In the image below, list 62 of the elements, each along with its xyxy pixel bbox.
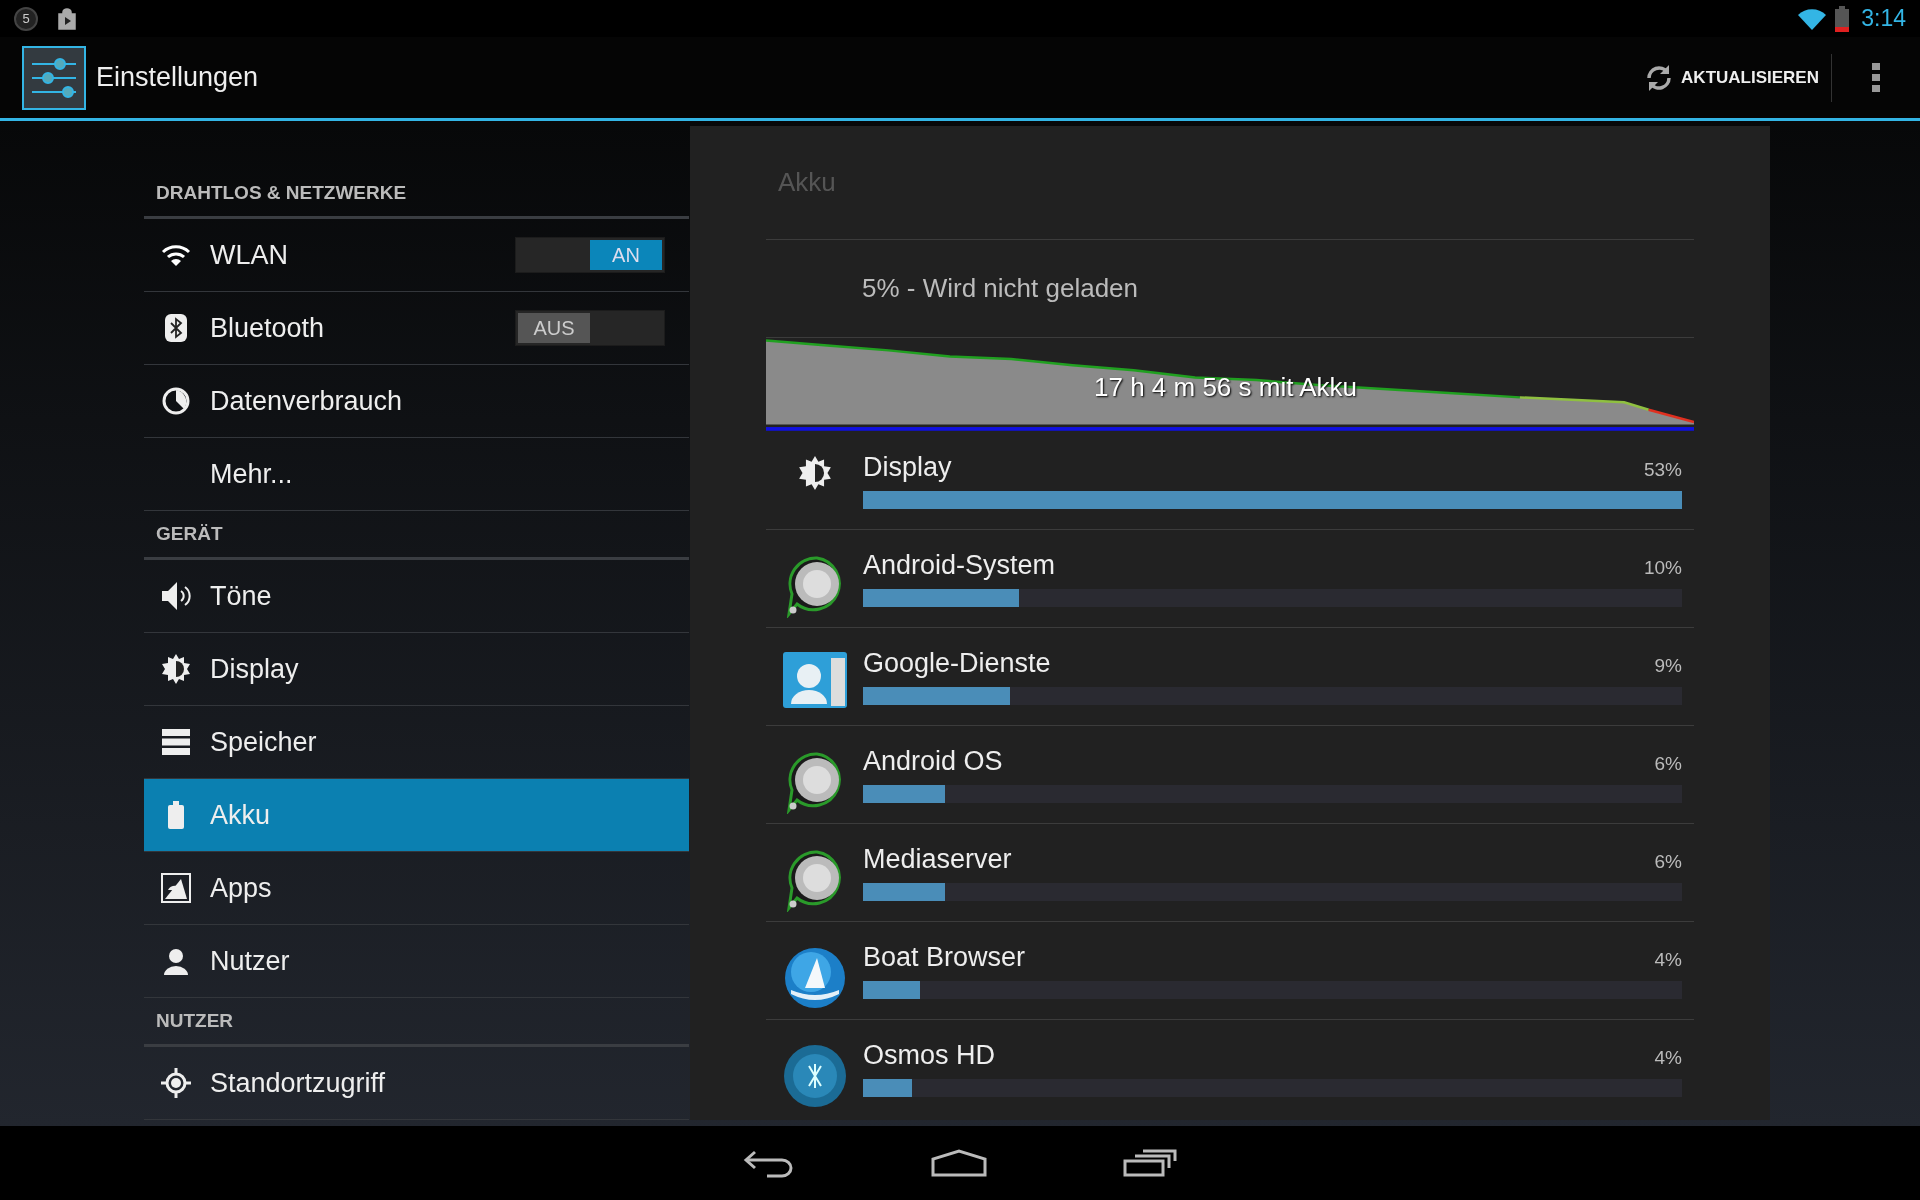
app-name: Android OS — [863, 746, 1003, 777]
clock: 3:14 — [1861, 5, 1906, 32]
section-header: NUTZER — [155, 1009, 235, 1033]
usage-percent: 10% — [1643, 557, 1682, 579]
app-name: Android-System — [863, 550, 1056, 581]
app-name: Mediaserver — [863, 844, 1012, 875]
toggle-switch[interactable]: AUS — [515, 310, 665, 346]
settings-item[interactable]: WLAN AN — [144, 219, 689, 292]
app-name: Google-Dienste — [863, 648, 1051, 679]
settings-item[interactable]: Bluetooth AUS — [144, 292, 689, 365]
home-icon[interactable] — [931, 1149, 987, 1177]
orb-icon — [782, 1044, 847, 1108]
settings-item[interactable]: Nutzer — [144, 925, 689, 998]
contact-card-icon — [782, 652, 847, 708]
app-usage-row[interactable]: Android-System 10% — [766, 530, 1694, 627]
user-icon — [162, 947, 190, 975]
brightness-icon — [161, 654, 191, 684]
settings-item[interactable]: Töne — [144, 560, 689, 633]
back-icon[interactable] — [743, 1148, 795, 1178]
app-name: Display — [863, 452, 952, 483]
wifi-icon — [161, 243, 191, 267]
shopping-bag-icon — [56, 7, 78, 30]
usage-percent: 4% — [1654, 949, 1682, 971]
storage-icon — [162, 729, 190, 755]
usage-percent: 6% — [1654, 851, 1682, 873]
app-usage-row[interactable]: Boat Browser 4% — [766, 922, 1694, 1019]
battery-icon — [1835, 5, 1850, 32]
crosshair-icon — [161, 1068, 191, 1098]
app-usage-row[interactable]: Android OS 6% — [766, 726, 1694, 823]
sailboat-icon — [782, 946, 847, 1010]
recent-apps-icon[interactable] — [1123, 1149, 1177, 1177]
settings-item[interactable]: Display — [144, 633, 689, 706]
section-header: DRAHTLOS & NETZWERKE — [155, 181, 408, 205]
battery-status: 5% - Wird nicht geladen — [861, 272, 1140, 305]
wifi-icon — [1797, 6, 1828, 31]
pie-chart-icon — [162, 387, 190, 415]
settings-item[interactable]: Standortzugriff — [144, 1047, 689, 1120]
refresh-button[interactable]: AKTUALISIEREN — [1633, 53, 1829, 102]
app-title: Einstellungen — [96, 62, 260, 93]
settings-item[interactable]: Datenverbrauch — [144, 365, 689, 438]
settings-sliders-icon[interactable] — [22, 45, 86, 110]
settings-item[interactable]: Akku — [144, 779, 689, 852]
robot-picture-icon — [161, 873, 191, 903]
app-usage-row[interactable]: Osmos HD 4% — [766, 1020, 1694, 1117]
bluetooth-icon — [165, 314, 187, 342]
usage-percent: 9% — [1654, 655, 1682, 677]
brightness-icon — [797, 456, 832, 490]
app-usage-row[interactable]: Display 53% — [766, 432, 1694, 529]
settings-item[interactable]: Apps — [144, 852, 689, 925]
app-usage-row[interactable]: Mediaserver 6% — [766, 824, 1694, 921]
notification-count: 5 — [14, 6, 38, 31]
usage-percent: 53% — [1643, 459, 1682, 481]
usage-percent: 6% — [1654, 753, 1682, 775]
overflow-menu-icon[interactable] — [1872, 62, 1880, 93]
section-header: GERÄT — [155, 522, 224, 546]
usage-percent: 4% — [1654, 1047, 1682, 1069]
app-name: Osmos HD — [863, 1040, 995, 1071]
app-usage-row[interactable]: Google-Dienste 9% — [766, 628, 1694, 725]
speaker-icon — [160, 580, 192, 612]
app-name: Boat Browser — [863, 942, 1026, 973]
battery-icon — [168, 801, 184, 829]
settings-item[interactable]: Mehr... — [144, 438, 689, 511]
